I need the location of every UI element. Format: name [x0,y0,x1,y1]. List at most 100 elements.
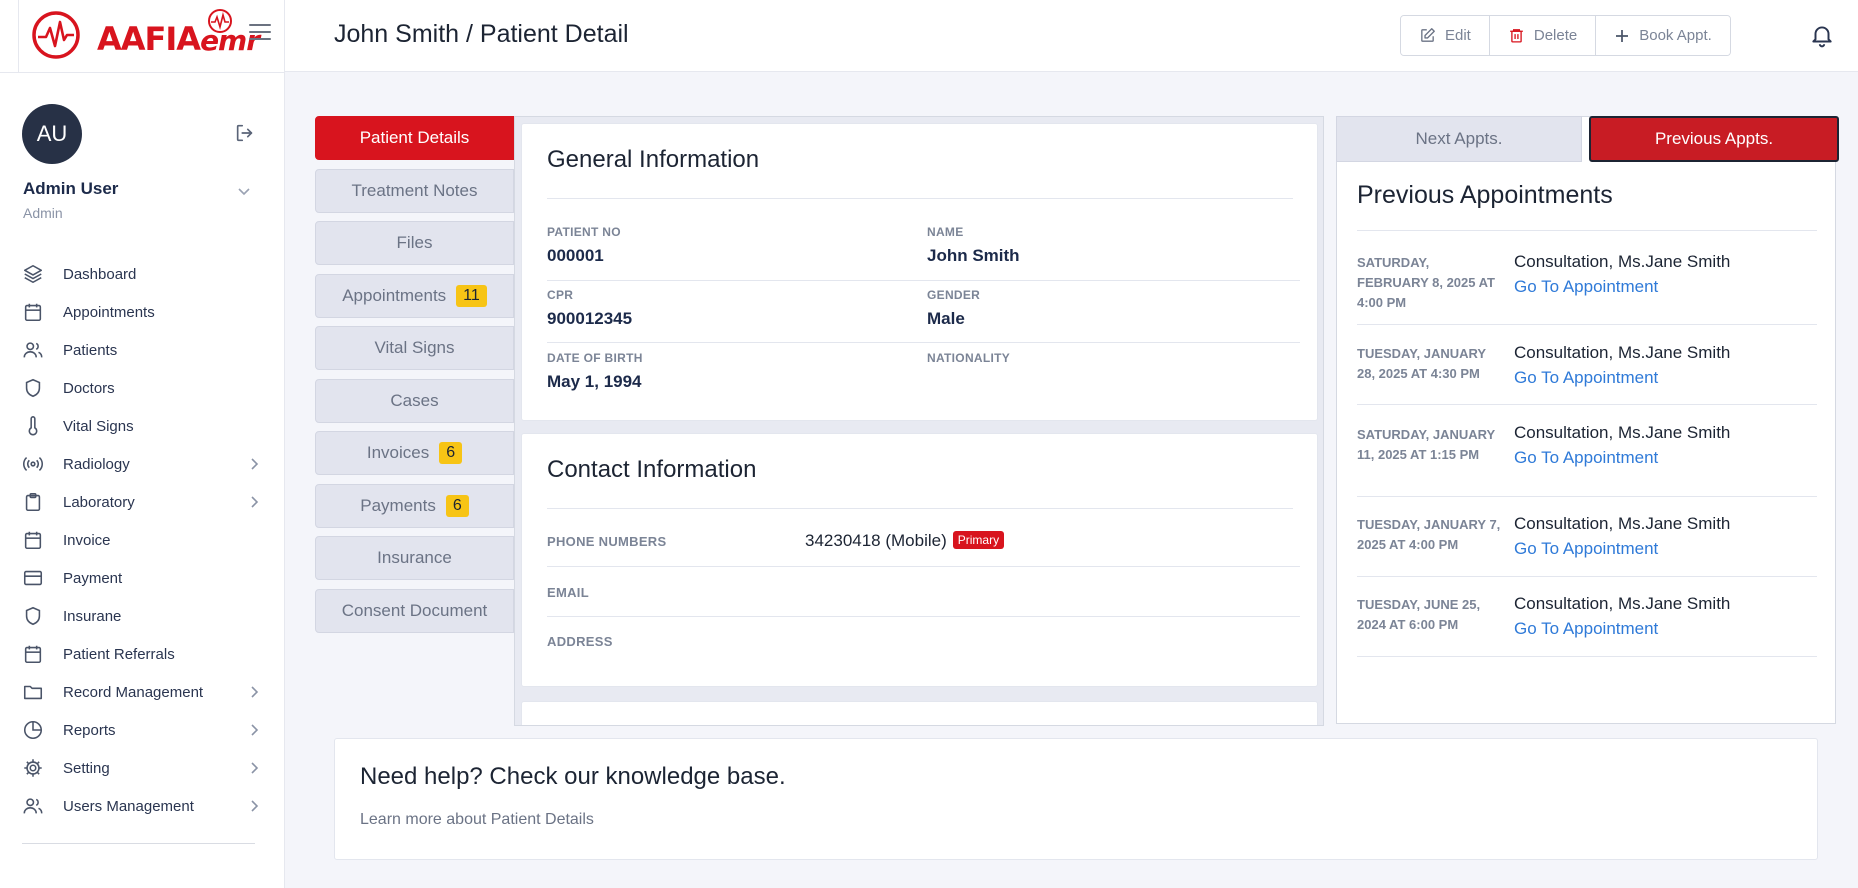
sidebar-item-doctors[interactable]: Doctors [22,369,262,407]
sidebar-item-dashboard[interactable]: Dashboard [22,255,262,293]
tab-label: Previous Appts. [1654,129,1774,148]
sidebar-item-insurance[interactable]: Insurane [22,597,262,635]
tab-label: Payments [360,495,436,515]
tab-label: Consent Document [341,600,488,620]
tab-label: Patient Details [359,128,470,147]
appointment-date: TUESDAY, JANUARY 7, 2025 AT 4:00 PM [1357,517,1501,552]
section-title: Contact Information [547,456,757,483]
chevron-right-icon [251,458,259,470]
delete-button-label: Delete [1533,27,1578,44]
sidebar-item-patients[interactable]: Patients [22,331,262,369]
appointment-date: TUESDAY, JUNE 25, 2024 AT 6:00 PM [1357,597,1481,632]
pie-chart-icon [22,719,44,741]
tab-appointments[interactable]: Appointments 11 [315,273,514,318]
patient-details-panel[interactable]: General Information PATIENT NO 000001 NA… [514,116,1324,726]
book-appointment-button[interactable]: Book Appt. [1596,16,1730,55]
logout-icon[interactable] [234,122,256,144]
sidebar-item-appointments[interactable]: Appointments [22,293,262,331]
chevron-right-icon [251,800,259,812]
go-to-appointment-link[interactable]: Go To Appointment [1514,368,1658,388]
tab-insurance[interactable]: Insurance [315,536,514,580]
dob-value: May 1, 1994 [547,372,642,391]
appointment-title: Consultation, Ms.Jane Smith [1514,343,1731,362]
additional-card [521,701,1318,725]
sidebar-item-label: Laboratory [63,493,135,511]
divider [1357,324,1817,325]
tab-payments[interactable]: Payments 6 [315,483,514,528]
sidebar-item-label: Setting [63,759,110,777]
chevron-right-icon [251,686,259,698]
avatar[interactable]: AU [22,104,82,164]
divider [547,508,1293,509]
go-to-appointment-link[interactable]: Go To Appointment [1514,619,1658,639]
tab-invoices[interactable]: Invoices 6 [315,431,514,475]
edit-button[interactable]: Edit [1401,16,1490,55]
appointment-title: Consultation, Ms.Jane Smith [1514,423,1731,442]
trash-icon [1509,29,1523,43]
divider [547,566,1300,567]
sidebar-item-vital-signs[interactable]: Vital Signs [22,407,262,445]
sidebar-item-laboratory[interactable]: Laboratory [22,483,262,521]
bell-icon[interactable] [1809,22,1835,48]
tab-label: Next Appts. [1415,129,1503,148]
sidebar-item-users-management[interactable]: Users Management [22,787,262,825]
sidebar-item-label: Patient Referrals [63,645,175,663]
tab-files[interactable]: Files [315,221,514,265]
tab-treatment-notes[interactable]: Treatment Notes [315,168,514,213]
help-text[interactable]: Learn more about Patient Details [360,811,594,829]
book-appointment-label: Book Appt. [1639,27,1712,44]
tab-vital-signs[interactable]: Vital Signs [315,326,514,370]
divider [1357,496,1817,497]
count-badge: 11 [456,284,487,307]
go-to-appointment-link[interactable]: Go To Appointment [1514,539,1658,559]
sidebar-item-label: Users Management [63,797,194,815]
appointments-panel: Next Appts. Previous Appts. Previous App… [1336,116,1839,724]
sidebar-item-record-management[interactable]: Record Management [22,673,262,711]
count-badge: 6 [445,494,469,517]
go-to-appointment-link[interactable]: Go To Appointment [1514,448,1658,468]
appointment-title: Consultation, Ms.Jane Smith [1514,252,1731,271]
sidebar-item-payment[interactable]: Payment [22,559,262,597]
go-to-appointment-link[interactable]: Go To Appointment [1514,277,1658,297]
users-icon [22,339,44,361]
phone-number: 34230418 (Mobile) [805,531,947,550]
divider [547,616,1300,617]
sidebar-item-patient-referrals[interactable]: Patient Referrals [22,635,262,673]
user-role: Admin [23,205,63,221]
tab-cases[interactable]: Cases [315,378,514,423]
tab-next-appointments[interactable]: Next Appts. [1336,116,1582,162]
appointment-date: SATURDAY, FEBRUARY 8, 2025 AT 4:00 PM [1357,255,1495,310]
sidebar-item-reports[interactable]: Reports [22,711,262,749]
brand-logo-area[interactable]: AAFIAemr [18,0,285,72]
delete-button[interactable]: Delete [1489,16,1597,55]
sidebar-item-radiology[interactable]: Radiology [22,445,262,483]
tab-label: Vital Signs [374,338,455,357]
sidebar-item-label: Payment [63,569,123,587]
sidebar-item-invoice[interactable]: Invoice [22,521,262,559]
brand-name-main: AAFIA [97,20,201,58]
divider [1357,404,1817,405]
radio-icon [22,453,44,475]
tab-consent-document[interactable]: Consent Document [315,588,514,633]
contact-information-card: Contact Information PHONE NUMBERS 342304… [521,433,1318,687]
help-box: Need help? Check our knowledge base. Lea… [334,738,1818,860]
tab-patient-details[interactable]: Patient Details [315,116,514,160]
sidebar-item-setting[interactable]: Setting [22,749,262,787]
sidebar-item-label: Record Management [63,683,204,701]
tab-label: Appointments [342,285,447,305]
chevron-down-icon[interactable] [236,183,252,199]
divider [1357,230,1817,231]
chevron-right-icon [251,762,259,774]
hamburger-menu-icon[interactable] [249,24,271,42]
sidebar: AAFIAemr AU Admin User Admin Dashboard A… [0,0,285,888]
cpr-value: 900012345 [547,309,633,328]
general-information-card: General Information PATIENT NO 000001 NA… [521,123,1318,421]
credit-card-icon [22,567,44,589]
sidebar-item-label: Patients [63,341,118,359]
edit-button-label: Edit [1445,27,1471,44]
tab-previous-appointments[interactable]: Previous Appts. [1589,116,1839,162]
shield-icon [22,605,44,627]
address-label: ADDRESS [547,634,613,649]
chevron-right-icon [251,724,259,736]
sidebar-item-label: Appointments [63,303,155,321]
